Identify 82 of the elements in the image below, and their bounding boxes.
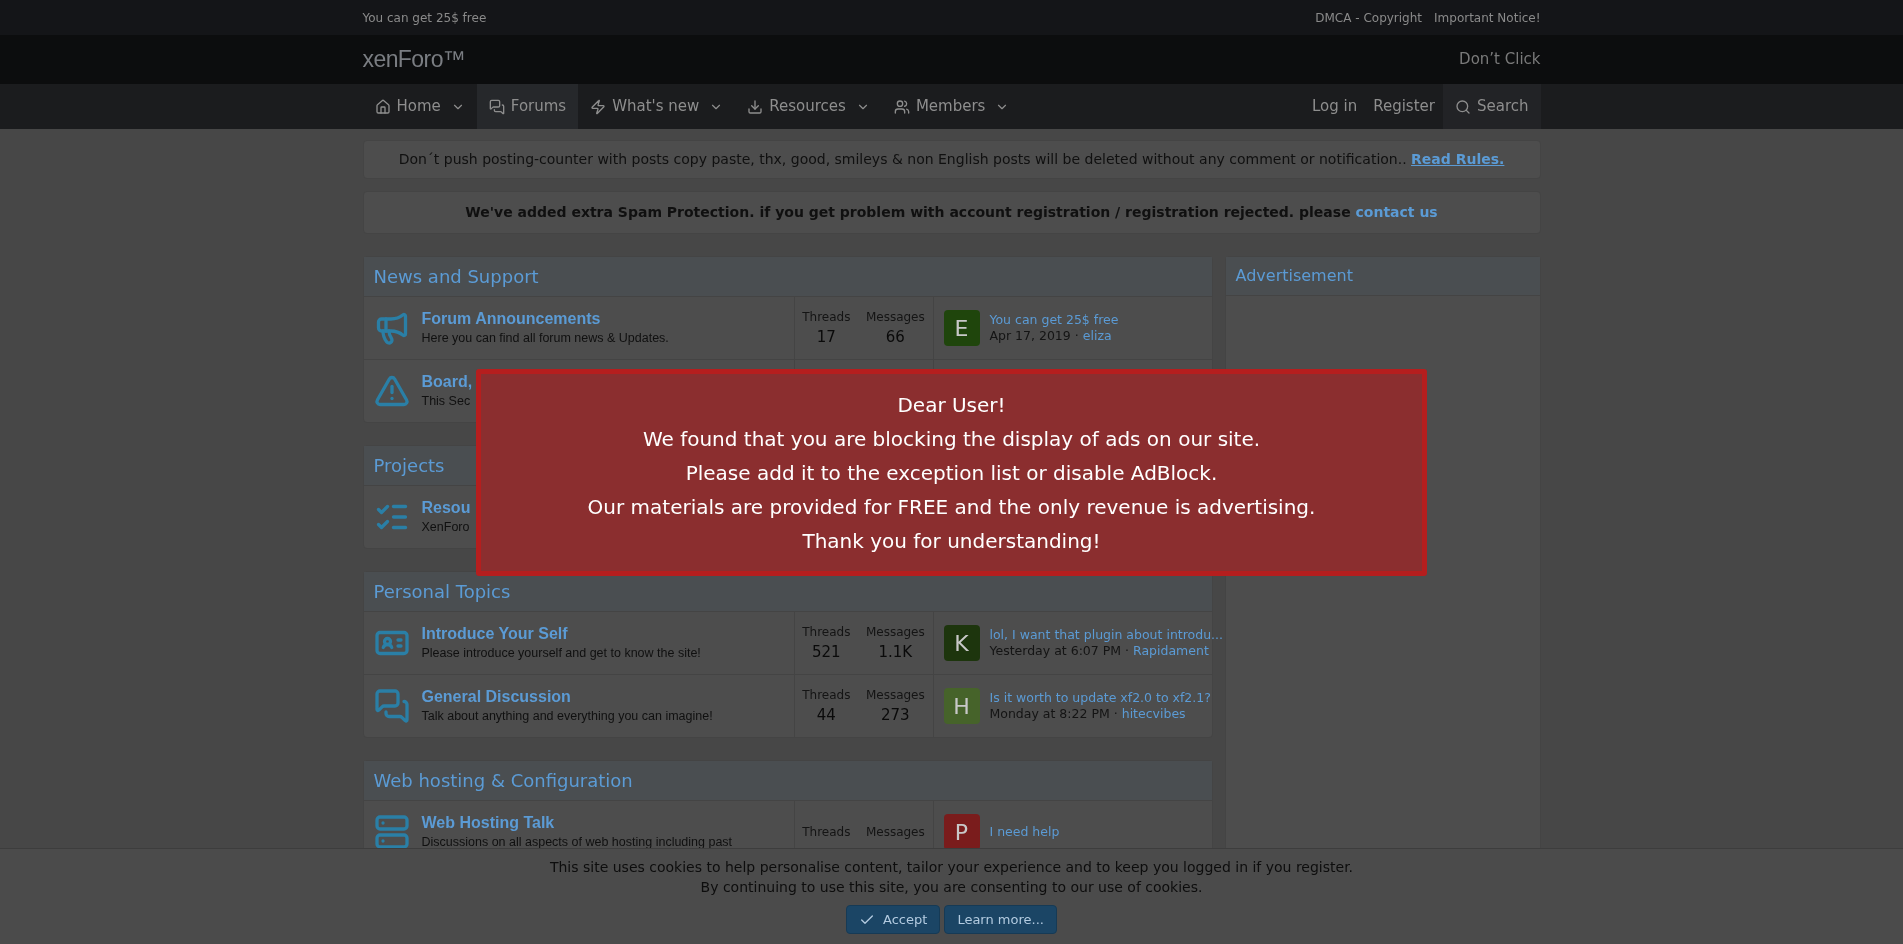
user-avatar[interactable]: P (943, 814, 980, 850)
stat-label: Threads (802, 623, 851, 641)
post-date: Monday at 8:22 PM (989, 706, 1110, 722)
username-link[interactable]: hitecvibes (1121, 706, 1186, 722)
latest-thread-link[interactable]: I need help (989, 824, 1060, 840)
cookie-notice-text: By continuing to use this site, you are consenting to our use of cookies. (700, 878, 1203, 897)
forum-description: XenForo (421, 518, 470, 536)
thread-count: 44 (816, 704, 836, 726)
post-date: Yesterday at 6:07 PM (989, 643, 1122, 659)
forum-description: Talk about anything and everything you can imagine! (421, 707, 713, 725)
home-icon (374, 98, 391, 115)
stat-label: Threads (802, 686, 851, 704)
forum-description: Please introduce yourself and get to know the site! (421, 644, 701, 662)
forum-title[interactable]: Web Hosting Talk (421, 812, 555, 833)
meta-separator: · (1125, 643, 1130, 659)
forum-description: This Sec (421, 392, 471, 410)
top-bar-link[interactable]: Important Notice! (1434, 8, 1541, 27)
users-icon (893, 98, 910, 115)
forum-description: Here you can find all forum news & Updates. (421, 329, 669, 347)
stat-label: Threads (802, 308, 851, 326)
forum-title[interactable]: Introduce Your Self (421, 623, 568, 644)
post-date: Apr 17, 2019 (989, 328, 1071, 344)
modal-message: Our materials are provided for FREE and the only revenue is advertising. (587, 493, 1316, 521)
user-avatar[interactable]: H (943, 688, 980, 724)
search-icon (1454, 98, 1471, 115)
forum-title[interactable]: Board, (421, 371, 473, 392)
chat-bubbles-icon (373, 688, 410, 724)
notice-link[interactable]: Read Rules. (1411, 151, 1505, 167)
latest-thread-link[interactable]: You can get 25$ free (989, 312, 1119, 328)
nav-link[interactable]: Register (1365, 84, 1443, 129)
notice-link[interactable]: contact us (1355, 204, 1438, 220)
message-count: 66 (885, 326, 905, 348)
category-title[interactable]: Projects (373, 452, 445, 479)
user-avatar[interactable]: E (943, 310, 980, 346)
site-logo[interactable]: xenForo™ (362, 42, 466, 77)
notice-text: We've added extra Spam Protection. if you get problem with account registration / registration rejected. please (465, 204, 1352, 220)
nav-tab[interactable]: Resources (735, 84, 882, 129)
modal-message: Please add it to the exception list or disable AdBlock. (685, 459, 1218, 487)
modal-message: Thank you for understanding! (802, 527, 1101, 555)
bolt-icon (590, 98, 607, 115)
server-icon (373, 814, 410, 850)
forum-title[interactable]: General Discussion (421, 686, 571, 707)
nav-tab[interactable]: Members (881, 84, 1022, 129)
latest-thread-link[interactable]: Is it worth to update xf2.0 to xf2.1? (989, 690, 1211, 706)
nav-link[interactable]: Log in (1303, 84, 1366, 129)
stat-label: Messages (865, 686, 925, 704)
stat-label: Messages (865, 824, 925, 841)
warning-icon (373, 373, 410, 409)
stat-label: Threads (802, 824, 851, 841)
notice-text: Don´t push posting-counter with posts copy paste, thx, good, smileys & non English posts will be deleted without any comment or notification.. (398, 151, 1408, 167)
modal-message: We found that you are blocking the display of ads on our site. (642, 425, 1261, 453)
search-button[interactable]: Search (1442, 84, 1541, 129)
message-count: 273 (881, 704, 910, 726)
username-link[interactable]: Rapidament (1133, 643, 1209, 659)
top-bar-link[interactable]: DMCA - Copyright (1315, 8, 1423, 27)
forum-title[interactable]: Resou (421, 497, 471, 518)
category-title[interactable]: Personal Topics (373, 578, 511, 605)
stat-label: Messages (865, 308, 925, 326)
meta-separator: · (1074, 328, 1079, 344)
thread-count: 521 (812, 641, 841, 663)
chat-icon (488, 98, 505, 115)
forum-description: Discussions on all aspects of web hosting including past (421, 833, 733, 851)
nav-tab[interactable]: What's new (578, 84, 736, 129)
user-avatar[interactable]: K (943, 625, 980, 661)
username-link[interactable]: eliza (1082, 328, 1112, 344)
cookie-notice-text: This site uses cookies to help personalise content, tailor your experience and to keep you logged in if you register. (549, 858, 1354, 877)
download-icon (747, 98, 764, 115)
thread-count: 17 (816, 326, 836, 348)
promo-link[interactable]: You can get 25$ free (362, 8, 487, 27)
sidebar-title: Advertisement (1235, 265, 1353, 287)
forum-title[interactable]: Forum Announcements (421, 308, 601, 329)
learn-more-button[interactable]: Learn more... (944, 905, 1057, 934)
latest-thread-link[interactable]: lol, I want that plugin about introdu... (989, 627, 1223, 643)
message-count: 1.1K (878, 641, 913, 663)
modal-message: Dear User! (897, 391, 1006, 419)
meta-separator: · (1113, 706, 1118, 722)
category-title[interactable]: News and Support (373, 263, 539, 290)
nav-tab[interactable]: Forums (476, 84, 579, 129)
header-link[interactable]: Don’t Click (1459, 48, 1541, 71)
nav-tab[interactable]: Home (362, 84, 477, 129)
stat-label: Messages (865, 623, 925, 641)
accept-button[interactable]: Accept (846, 905, 941, 934)
